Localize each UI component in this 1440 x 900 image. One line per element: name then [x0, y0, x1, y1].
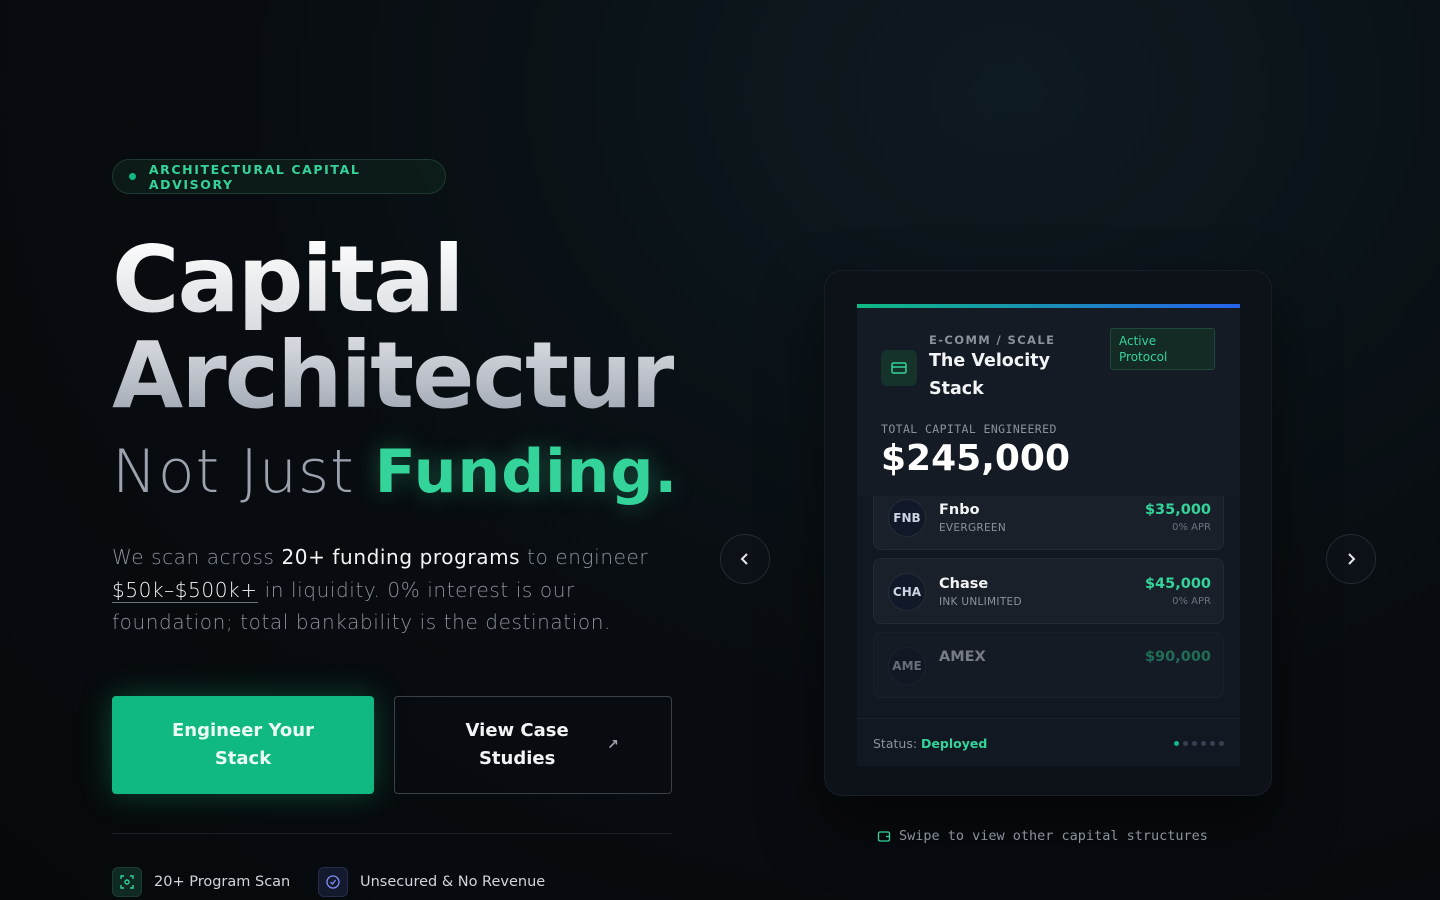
- stack-card: FNB Fnbo EVERGREEN $35,000 0% APR CHA Ch…: [824, 270, 1272, 796]
- apr-label: 0% APR: [1172, 596, 1211, 607]
- stack-card-inner: FNB Fnbo EVERGREEN $35,000 0% APR CHA Ch…: [857, 304, 1240, 766]
- hero-title-line-2: Architectur: [112, 322, 674, 429]
- swipe-hint-text: Swipe to view other capital structures: [899, 828, 1208, 844]
- pager-dot[interactable]: [1201, 741, 1206, 746]
- badge-label: ARCHITECTURAL CAPITAL ADVISORY: [148, 161, 361, 192]
- check-circle-icon: [318, 867, 348, 897]
- card-header: E-COMM / SCALE The Velocity Stack Active…: [857, 308, 1240, 496]
- credit-amount: $35,000: [1144, 502, 1211, 518]
- stack-title: The Velocity Stack: [929, 351, 1050, 399]
- carousel-prev-button[interactable]: [720, 534, 770, 584]
- list-item[interactable]: CHA Chase INK UNLIMITED $45,000 0% APR: [873, 558, 1224, 624]
- pager-dot[interactable]: [1219, 741, 1224, 746]
- category-label: E-COMM / SCALE: [929, 333, 1056, 347]
- bank-logo: CHA: [888, 573, 926, 611]
- credit-amount: $90,000: [1144, 649, 1211, 665]
- feature-label: Unsecured & No Revenue: [360, 874, 546, 890]
- status-dot: [129, 173, 136, 180]
- bank-logo: FNB: [888, 499, 926, 537]
- card-footer: Status: Deployed: [857, 718, 1240, 766]
- carousel-next-button[interactable]: [1326, 534, 1376, 584]
- wallet-icon: [877, 829, 891, 843]
- bank-logo: AME: [888, 647, 926, 685]
- engineer-stack-label: Engineer Your Stack: [172, 720, 314, 769]
- bank-name: Fnbo: [939, 502, 980, 518]
- swipe-hint: Swipe to view other capital structures: [877, 828, 1208, 844]
- status-badge: Active Protocol: [1110, 328, 1215, 370]
- subtitle-plain: Not Just: [112, 437, 355, 507]
- feature-label: 20+ Program Scan: [154, 874, 291, 890]
- hero-title: Capital Architectur: [112, 232, 674, 424]
- scan-icon: [112, 867, 142, 897]
- desc-part-3: to engineer: [520, 545, 649, 569]
- arrow-up-right-icon: ↗: [607, 737, 619, 753]
- bank-name: Chase: [939, 576, 989, 592]
- hero-title-line-1: Capital: [112, 226, 463, 333]
- desc-part-1: We scan across: [112, 545, 282, 569]
- hero-description: We scan across 20+ funding programs to e…: [112, 541, 682, 639]
- feature-unsecured: Unsecured & No Revenue: [318, 867, 545, 897]
- deploy-status: Status: Deployed: [873, 736, 987, 751]
- pager-dot[interactable]: [1183, 741, 1188, 746]
- list-item[interactable]: AME AMEX $90,000: [873, 632, 1224, 698]
- pager-dot[interactable]: [1174, 741, 1179, 746]
- chevron-left-icon: [740, 553, 748, 565]
- view-case-studies-button[interactable]: View Case Studies ↗: [394, 696, 672, 794]
- desc-highlight-range: $50k–$500k+: [112, 577, 258, 603]
- total-value: $245,000: [881, 438, 1071, 479]
- pager-dot[interactable]: [1192, 741, 1197, 746]
- credit-amount: $45,000: [1144, 576, 1211, 592]
- category-badge: ARCHITECTURAL CAPITAL ADVISORY: [112, 159, 446, 194]
- hero-subtitle: Not Just Funding.: [112, 438, 678, 506]
- credit-card-icon: [881, 350, 917, 386]
- chevron-right-icon: [1348, 553, 1356, 565]
- subtitle-accent: Funding.: [374, 437, 679, 507]
- card-product: INK UNLIMITED: [939, 596, 1022, 608]
- engineer-stack-button[interactable]: Engineer Your Stack: [112, 696, 374, 794]
- pager-dot[interactable]: [1210, 741, 1215, 746]
- status-label: Status:: [873, 736, 918, 751]
- carousel-pager: [1174, 741, 1224, 746]
- view-case-studies-label: View Case Studies: [465, 720, 569, 769]
- feature-program-scan: 20+ Program Scan: [112, 867, 290, 897]
- apr-label: 0% APR: [1172, 522, 1211, 533]
- divider: [112, 833, 672, 834]
- status-value: Deployed: [921, 736, 988, 751]
- total-label: TOTAL CAPITAL ENGINEERED: [881, 422, 1057, 436]
- card-product: EVERGREEN: [939, 522, 1007, 534]
- bank-name: AMEX: [939, 649, 986, 665]
- desc-highlight-programs: 20+ funding programs: [281, 545, 521, 569]
